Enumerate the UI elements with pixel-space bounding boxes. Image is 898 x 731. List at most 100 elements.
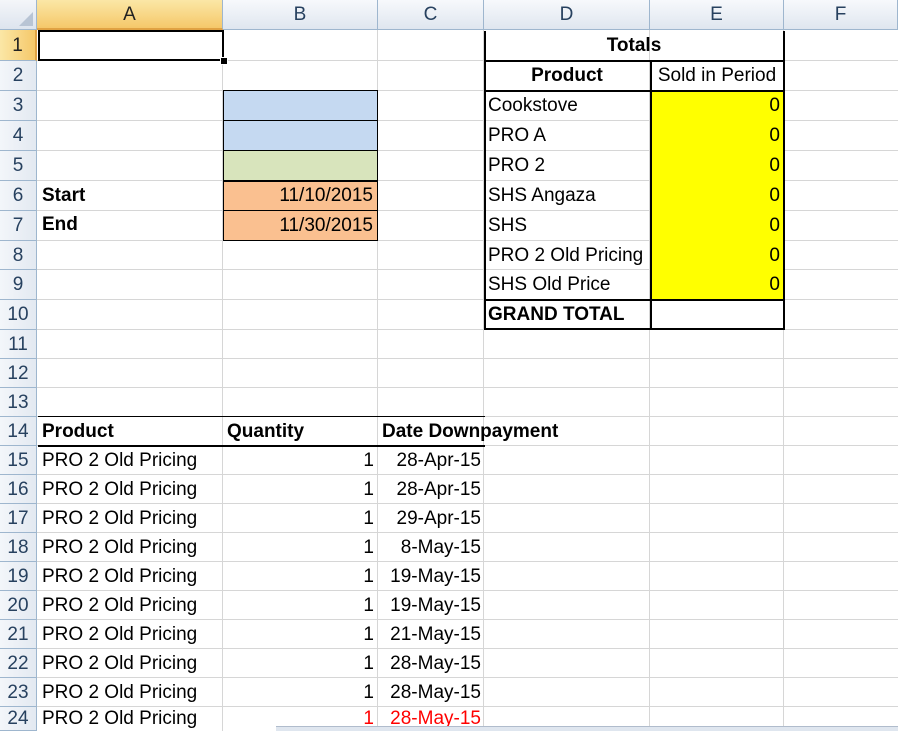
totals-sold-cell[interactable]: 0: [650, 270, 784, 300]
grid-hline: [37, 387, 898, 388]
column-header-b[interactable]: B: [223, 0, 378, 30]
select-all-corner[interactable]: [0, 0, 37, 30]
table-cell-product[interactable]: PRO 2 Old Pricing: [38, 620, 224, 649]
totals-product-cell[interactable]: SHS: [484, 211, 650, 241]
table-cell-product[interactable]: PRO 2 Old Pricing: [38, 678, 224, 707]
grid-hline: [37, 358, 898, 359]
table-cell-product[interactable]: PRO 2 Old Pricing: [38, 649, 224, 678]
table-cell-product[interactable]: PRO 2 Old Pricing: [38, 591, 224, 620]
row-header-23[interactable]: 23: [0, 678, 37, 707]
totals-sold-cell[interactable]: 0: [650, 121, 784, 151]
horizontal-scrollbar[interactable]: [276, 726, 898, 731]
table-cell-product[interactable]: PRO 2 Old Pricing: [38, 562, 224, 591]
table-cell-date[interactable]: 28-May-15: [378, 678, 485, 707]
row-header-1[interactable]: 1: [0, 30, 37, 61]
totals-product-cell[interactable]: Cookstove: [484, 91, 650, 121]
table-cell-quantity[interactable]: 1: [223, 678, 378, 707]
totals-sold-cell[interactable]: 0: [650, 151, 784, 181]
column-header-c[interactable]: C: [378, 0, 484, 30]
totals-product-cell[interactable]: PRO 2: [484, 151, 650, 181]
column-header-e[interactable]: E: [650, 0, 784, 30]
table-cell-quantity[interactable]: 1: [223, 446, 378, 475]
row-header-19[interactable]: 19: [0, 562, 37, 591]
grand-total-label: GRAND TOTAL: [488, 304, 625, 325]
table-header-quantity: Quantity: [227, 420, 305, 442]
select-all-triangle-icon: [19, 12, 33, 26]
column-header-a[interactable]: A: [37, 0, 223, 30]
totals-product-cell[interactable]: SHS Angaza: [484, 181, 650, 211]
table-cell-date[interactable]: 28-May-15: [378, 649, 485, 678]
table-header-product: Product: [42, 420, 114, 442]
table-cell-product[interactable]: PRO 2 Old Pricing: [38, 475, 224, 504]
row-header-2[interactable]: 2: [0, 61, 37, 91]
table-cell-quantity[interactable]: 1: [223, 504, 378, 533]
active-cell-a1[interactable]: [38, 30, 224, 61]
table-cell-date[interactable]: 28-Apr-15: [378, 446, 485, 475]
totals-sold-header: Sold in Period: [657, 65, 777, 86]
totals-product-cell[interactable]: PRO A: [484, 121, 650, 151]
totals-border-mid: [650, 60, 652, 330]
row-header-22[interactable]: 22: [0, 649, 37, 678]
row-header-5[interactable]: 5: [0, 151, 37, 181]
table-cell-product[interactable]: PRO 2 Old Pricing: [38, 707, 224, 731]
table-cell-product[interactable]: PRO 2 Old Pricing: [38, 533, 224, 562]
table-cell-quantity[interactable]: 1: [223, 475, 378, 504]
totals-border-bottom-items: [484, 299, 785, 301]
fill-handle[interactable]: [220, 57, 228, 65]
input-cell-b5[interactable]: [223, 150, 378, 181]
row-header-17[interactable]: 17: [0, 504, 37, 533]
totals-border-header-bottom: [484, 90, 785, 92]
spreadsheet: ABCDEF 1 2 3 4 5 6 7 8 9 10 11 12 13 14 15 16 17 18 19 20 21…: [0, 0, 898, 731]
end-date-cell[interactable]: 11/30/2015: [223, 210, 378, 241]
table-cell-date[interactable]: 21-May-15: [378, 620, 485, 649]
table-header-date: Date Downpayment: [382, 420, 559, 442]
row-header-14[interactable]: 14: [0, 417, 37, 446]
totals-title: Totals: [606, 35, 662, 56]
end-label: End: [42, 214, 78, 235]
row-header-9[interactable]: 9: [0, 270, 37, 300]
row-header-4[interactable]: 4: [0, 121, 37, 151]
table-cell-quantity[interactable]: 1: [223, 562, 378, 591]
row-header-12[interactable]: 12: [0, 359, 37, 388]
table-cell-date[interactable]: 19-May-15: [378, 591, 485, 620]
row-header-3[interactable]: 3: [0, 91, 37, 121]
row-header-10[interactable]: 10: [0, 300, 37, 330]
totals-sold-cell[interactable]: 0: [650, 211, 784, 241]
start-date-cell[interactable]: 11/10/2015: [223, 181, 378, 211]
row-header-11[interactable]: 11: [0, 330, 37, 359]
table-cell-date[interactable]: 28-Apr-15: [378, 475, 485, 504]
table-cell-date[interactable]: 8-May-15: [378, 533, 485, 562]
totals-sold-cell[interactable]: 0: [650, 241, 784, 270]
totals-sold-cell[interactable]: 0: [650, 91, 784, 121]
row-header-13[interactable]: 13: [0, 388, 37, 417]
table-cell-quantity[interactable]: 1: [223, 649, 378, 678]
row-header-7[interactable]: 7: [0, 211, 37, 241]
table-cell-quantity[interactable]: 1: [223, 620, 378, 649]
table-cell-product[interactable]: PRO 2 Old Pricing: [38, 446, 224, 475]
table-cell-quantity[interactable]: 1: [223, 591, 378, 620]
column-header-d[interactable]: D: [484, 0, 650, 30]
input-cell-b4[interactable]: [223, 120, 378, 151]
row-header-20[interactable]: 20: [0, 591, 37, 620]
totals-product-header: Product: [531, 65, 603, 86]
table-cell-quantity[interactable]: 1: [223, 533, 378, 562]
grand-total-value[interactable]: [650, 300, 784, 330]
row-header-21[interactable]: 21: [0, 620, 37, 649]
totals-product-cell[interactable]: SHS Old Price: [484, 270, 650, 300]
row-header-6[interactable]: 6: [0, 181, 37, 211]
totals-border-title-bottom: [484, 60, 785, 62]
input-cell-b3[interactable]: [223, 90, 378, 121]
row-header-8[interactable]: 8: [0, 241, 37, 270]
table-cell-date[interactable]: 29-Apr-15: [378, 504, 485, 533]
row-header-15[interactable]: 15: [0, 446, 37, 475]
column-header-f[interactable]: F: [784, 0, 898, 30]
row-header-18[interactable]: 18: [0, 533, 37, 562]
totals-sold-cell[interactable]: 0: [650, 181, 784, 211]
table-cell-product[interactable]: PRO 2 Old Pricing: [38, 504, 224, 533]
totals-border-right: [783, 31, 785, 330]
totals-product-cell[interactable]: PRO 2 Old Pricing: [484, 241, 650, 270]
table-cell-date[interactable]: 19-May-15: [378, 562, 485, 591]
start-label: Start: [42, 185, 86, 206]
row-header-24[interactable]: 24: [0, 707, 37, 731]
row-header-16[interactable]: 16: [0, 475, 37, 504]
